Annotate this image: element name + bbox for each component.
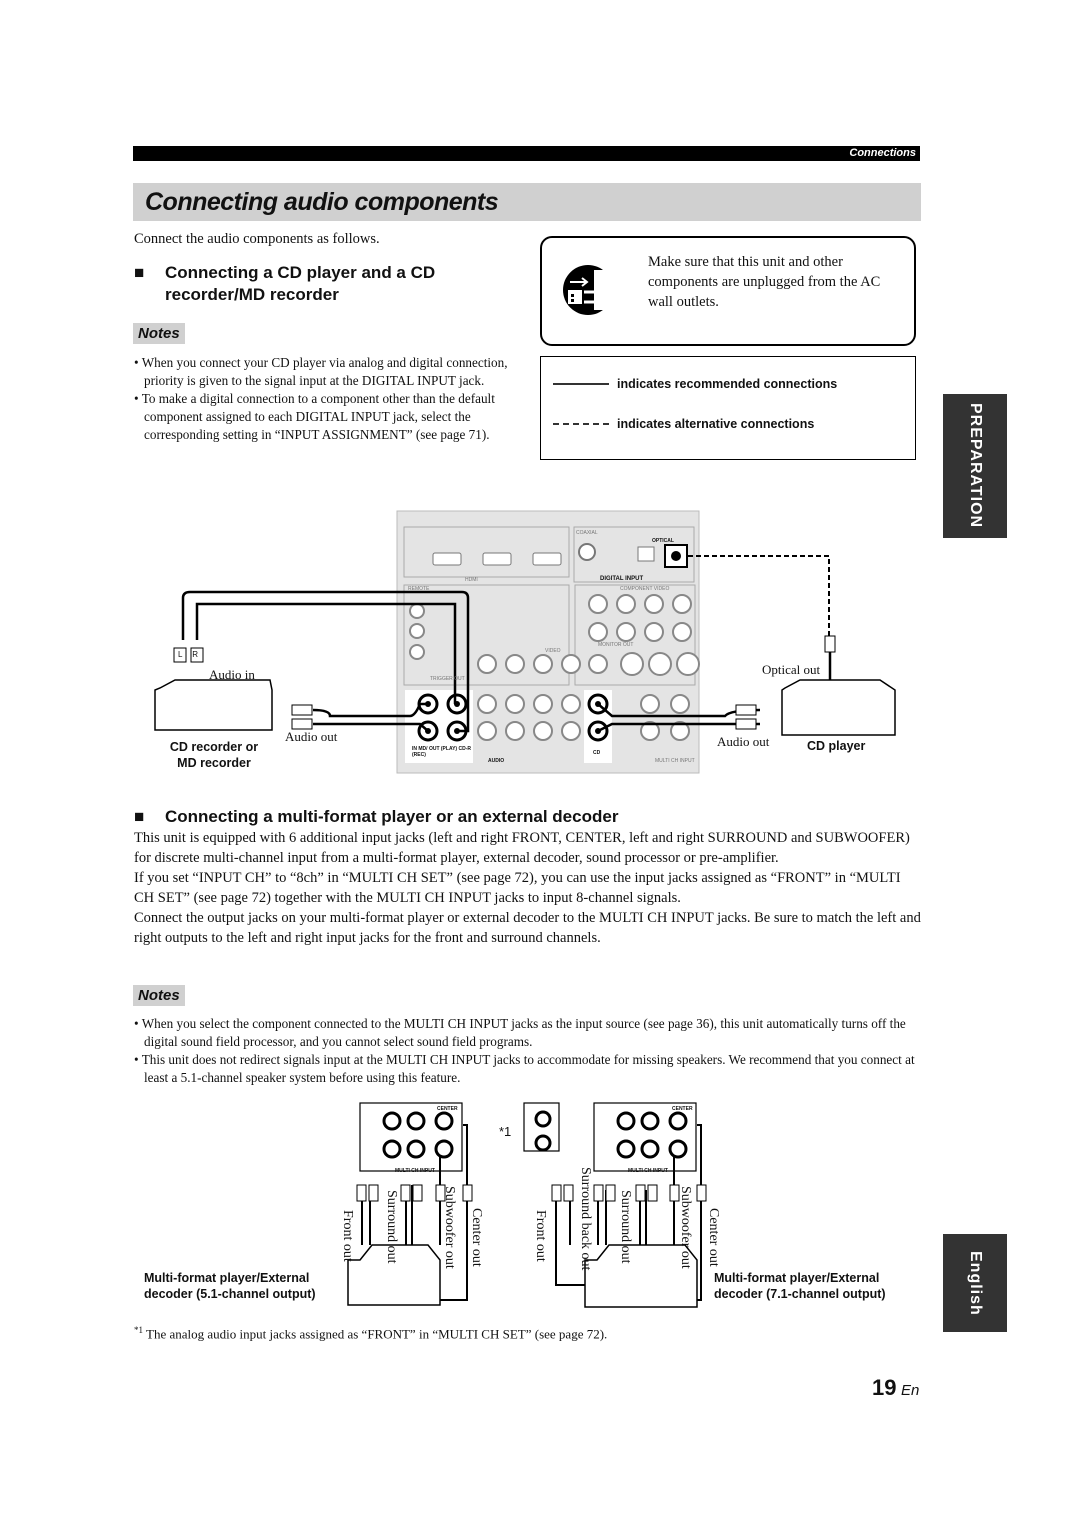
output-label: Front out (340, 1210, 355, 1262)
multi-ch-input-label: MULTI CH INPUT (395, 1168, 435, 1174)
audio-out-left-label: Audio out (285, 729, 338, 744)
center-label: CENTER (437, 1106, 458, 1112)
audio-in-label: Audio in (209, 667, 255, 682)
output-label: Subwoofer out (678, 1186, 693, 1269)
notes-badge: Notes (133, 985, 185, 1006)
cd-recorder-label: CD recorder or MD recorder (169, 740, 259, 770)
decoder-7-1-label: Multi-format player/External decoder (7.1… (714, 1271, 886, 1301)
footnote-marker: *1 (499, 1124, 512, 1139)
optical-cable-dashed (688, 555, 830, 636)
panel-component-video: COMPONENT VIDEO (620, 586, 670, 592)
panel-video: VIDEO (545, 648, 561, 654)
section2-heading: ■ Connecting a multi-format player or an … (134, 807, 619, 826)
plug-labels: LR (177, 650, 199, 659)
panel-remote: REMOTE (408, 586, 430, 592)
panel-digital-input: DIGITAL INPUT (600, 576, 644, 582)
multi-ch-input-label: MULTI CH INPUT (628, 1168, 668, 1174)
panel-audio: AUDIO (488, 758, 505, 764)
note-item: • This unit does not redirect signals in… (134, 1052, 915, 1085)
audio-out-right-label: Audio out (717, 734, 770, 749)
panel-trigger-out: TRIGGER OUT (430, 676, 465, 682)
output-label: Surround out (384, 1190, 399, 1264)
panel-hdmi: HDMI (465, 577, 478, 583)
panel-coaxial: COAXIAL (576, 530, 598, 536)
panel-md-cdr: IN MD/ OUT (PLAY) CD-R (REC) (412, 746, 471, 758)
center-label: CENTER (672, 1106, 693, 1112)
cd-connection-diagram (154, 510, 896, 774)
cd-recorder-device (154, 679, 273, 731)
output-label: Subwoofer out (442, 1186, 457, 1269)
output-label: Surround out (618, 1190, 633, 1264)
output-label: Surround back out (578, 1167, 593, 1271)
paragraph: This unit is equipped with 6 additional … (134, 830, 910, 866)
panel-multi-ch-input: MULTI CH INPUT (655, 758, 695, 764)
page-number: 19 En (872, 1375, 920, 1400)
decoder-5-1-label: Multi-format player/External decoder (5.1… (144, 1271, 316, 1301)
paragraph: If you set “INPUT CH” to “8ch” in “MULTI… (134, 870, 901, 906)
cd-player-label: CD player (807, 739, 866, 753)
optical-out-label: Optical out (762, 662, 821, 677)
output-label: Front out (533, 1210, 548, 1262)
output-label: Center out (706, 1208, 721, 1267)
footnote: *1 The analog audio input jacks assigned… (134, 1325, 608, 1342)
panel-monitor-out: MONITOR OUT (598, 642, 634, 648)
note-item: • When you select the component connecte… (134, 1016, 906, 1049)
panel-optical: OPTICAL (652, 538, 674, 544)
output-label: Center out (469, 1208, 484, 1267)
paragraph: Connect the output jacks on your multi-f… (134, 910, 921, 946)
panel-cd: CD (593, 750, 601, 756)
cd-player-device (781, 679, 896, 736)
